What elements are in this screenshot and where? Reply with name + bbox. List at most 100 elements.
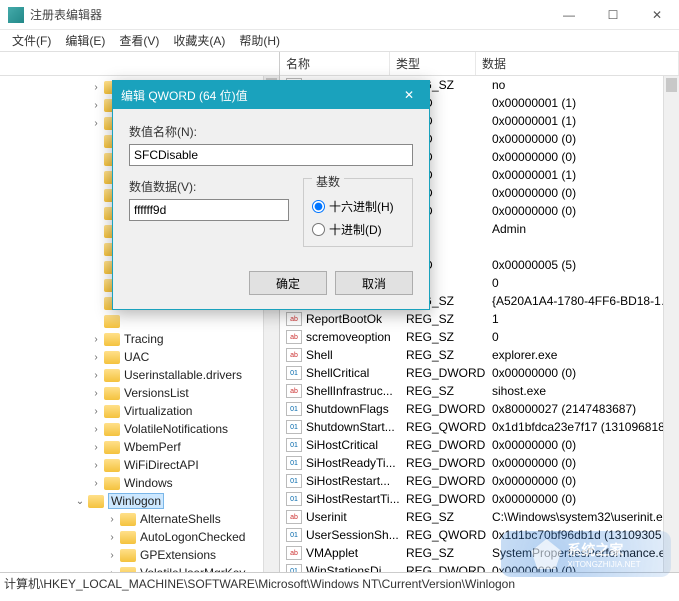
col-data[interactable]: 数据 — [476, 52, 679, 75]
tree-item[interactable]: ›AlternateShells — [0, 510, 279, 528]
expander-icon[interactable]: › — [90, 118, 102, 129]
tree-item-label: VolatileNotifications — [124, 422, 228, 436]
value-data: 0x1d1bc70bf96db1d (131093056607148 — [492, 528, 679, 542]
value-row[interactable]: VMAppletREG_SZSystemPropertiesPerformanc… — [280, 544, 679, 562]
value-row[interactable]: ReportBootOkREG_SZ1 — [280, 310, 679, 328]
value-data: no — [492, 78, 679, 92]
radix-hex-label: 十六进制(H) — [329, 198, 394, 215]
tree-item[interactable]: ›WbemPerf — [0, 438, 279, 456]
tree-item[interactable]: ›Windows — [0, 474, 279, 492]
col-name[interactable]: 名称 — [280, 52, 390, 75]
value-data: 0x00000000 (0) — [492, 438, 679, 452]
tree-item[interactable]: ⌄ Winlogon — [0, 492, 279, 510]
tree-item-label: Userinstallable.drivers — [124, 368, 242, 382]
menu-view[interactable]: 查看(V) — [113, 30, 165, 51]
list-header: 名称 类型 数据 — [280, 52, 679, 76]
col-type[interactable]: 类型 — [390, 52, 476, 75]
string-value-icon — [286, 330, 302, 344]
value-data: 0x00000000 (0) — [492, 474, 679, 488]
value-data: 0x00000000 (0) — [492, 366, 679, 380]
expander-icon[interactable]: › — [90, 442, 102, 453]
expander-icon[interactable]: › — [90, 352, 102, 363]
menu-help[interactable]: 帮助(H) — [233, 30, 286, 51]
value-row[interactable]: SiHostRestart...REG_DWORD0x00000000 (0) — [280, 472, 679, 490]
ok-button[interactable]: 确定 — [249, 271, 327, 295]
folder-icon — [104, 441, 120, 454]
expander-icon[interactable]: › — [90, 460, 102, 471]
folder-icon — [104, 423, 120, 436]
tree-item[interactable]: › Userinstallable.drivers — [0, 366, 279, 384]
binary-value-icon — [286, 456, 302, 470]
close-button[interactable]: ✕ — [635, 0, 679, 30]
value-row[interactable]: ShellREG_SZexplorer.exe — [280, 346, 679, 364]
value-data-input[interactable] — [129, 199, 289, 221]
expander-icon[interactable]: › — [90, 370, 102, 381]
folder-icon — [104, 459, 120, 472]
value-row[interactable]: SiHostRestartTi...REG_DWORD0x00000000 (0… — [280, 490, 679, 508]
expander-icon[interactable]: › — [106, 532, 118, 543]
dialog-close-button[interactable]: ✕ — [389, 88, 429, 102]
value-name-input[interactable] — [129, 144, 413, 166]
tree-item[interactable]: ›GPExtensions — [0, 546, 279, 564]
binary-value-icon — [286, 564, 302, 572]
value-row[interactable]: ShellCriticalREG_DWORD0x00000000 (0) — [280, 364, 679, 382]
tree-item-label: AutoLogonChecked — [140, 530, 245, 544]
radix-dec-radio[interactable] — [312, 223, 325, 236]
value-row[interactable]: UserinitREG_SZC:\Windows\system32\userin… — [280, 508, 679, 526]
expander-icon[interactable]: › — [90, 424, 102, 435]
value-row[interactable]: UserSessionSh...REG_QWORD0x1d1bc70bf96db… — [280, 526, 679, 544]
maximize-button[interactable]: ☐ — [591, 0, 635, 30]
expander-icon[interactable]: › — [90, 478, 102, 489]
expander-icon[interactable]: › — [106, 514, 118, 525]
string-value-icon — [286, 348, 302, 362]
binary-value-icon — [286, 438, 302, 452]
value-row[interactable]: SiHostCriticalREG_DWORD0x00000000 (0) — [280, 436, 679, 454]
value-row[interactable]: WinStationsDi...REG_DWORD0x00000000 (0) — [280, 562, 679, 572]
tree-item[interactable]: › VolatileNotifications — [0, 420, 279, 438]
radix-hex-radio[interactable] — [312, 200, 325, 213]
menu-favorites[interactable]: 收藏夹(A) — [167, 30, 231, 51]
expander-icon[interactable]: ⌄ — [74, 496, 86, 507]
expander-icon[interactable]: › — [90, 82, 102, 93]
value-data: 0x00000000 (0) — [492, 456, 679, 470]
tree-item[interactable]: ›UAC — [0, 348, 279, 366]
expander-icon[interactable]: › — [106, 550, 118, 561]
binary-value-icon — [286, 420, 302, 434]
expander-icon[interactable]: › — [90, 334, 102, 345]
tree-item[interactable] — [0, 312, 279, 330]
tree-item[interactable]: ›Tracing — [0, 330, 279, 348]
tree-item[interactable]: ›Virtualization — [0, 402, 279, 420]
menu-file[interactable]: 文件(F) — [6, 30, 57, 51]
value-type: REG_SZ — [406, 348, 492, 362]
value-data: Admin — [492, 222, 679, 236]
value-row[interactable]: ShutdownFlagsREG_DWORD0x80000027 (214748… — [280, 400, 679, 418]
expander-icon[interactable]: › — [90, 388, 102, 399]
minimize-button[interactable]: — — [547, 0, 591, 30]
expander-icon[interactable]: › — [90, 406, 102, 417]
tree-item[interactable]: ›VolatileUserMgrKey — [0, 564, 279, 572]
tree-item-label: Winlogon — [108, 493, 164, 509]
expander-icon[interactable]: › — [106, 568, 118, 573]
expander-icon[interactable]: › — [90, 100, 102, 111]
menubar: 文件(F) 编辑(E) 查看(V) 收藏夹(A) 帮助(H) — [0, 30, 679, 52]
value-type: REG_SZ — [406, 312, 492, 326]
value-row[interactable]: SiHostReadyTi...REG_DWORD0x00000000 (0) — [280, 454, 679, 472]
dialog-titlebar[interactable]: 编辑 QWORD (64 位)值 ✕ — [113, 81, 429, 109]
value-row[interactable]: ShellInfrastruc...REG_SZsihost.exe — [280, 382, 679, 400]
edit-qword-dialog: 编辑 QWORD (64 位)值 ✕ 数值名称(N): 数值数据(V): 基数 … — [112, 80, 430, 310]
value-row[interactable]: ShutdownStart...REG_QWORD0x1d1bfdca23e7f… — [280, 418, 679, 436]
value-data: explorer.exe — [492, 348, 679, 362]
value-row[interactable]: scremoveoptionREG_SZ0 — [280, 328, 679, 346]
tree-item[interactable]: ›VersionsList — [0, 384, 279, 402]
value-data: SystemPropertiesPerformance.exe /page — [492, 546, 679, 560]
value-type: REG_DWORD — [406, 474, 492, 488]
menu-edit[interactable]: 编辑(E) — [59, 30, 111, 51]
cancel-button[interactable]: 取消 — [335, 271, 413, 295]
value-data: 0x00000001 (1) — [492, 168, 679, 182]
list-scrollbar[interactable] — [663, 76, 679, 572]
tree-item[interactable]: ›WiFiDirectAPI — [0, 456, 279, 474]
tree-item[interactable]: › AutoLogonChecked — [0, 528, 279, 546]
value-name: SiHostCritical — [306, 438, 406, 452]
value-data: C:\Windows\system32\userinit.exe, — [492, 510, 679, 524]
name-label: 数值名称(N): — [129, 123, 413, 140]
